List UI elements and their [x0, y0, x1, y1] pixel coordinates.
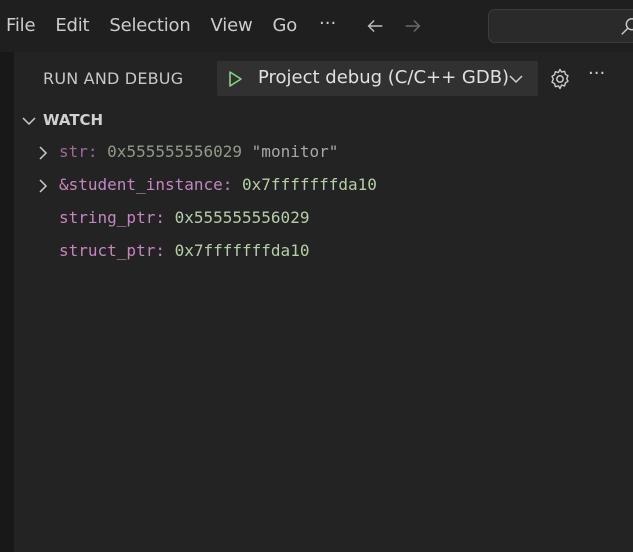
watch-value: 0x555555556029	[107, 142, 243, 161]
menu-more-button[interactable]: ···	[307, 0, 348, 52]
menu-edit[interactable]: Edit	[45, 0, 99, 52]
watch-expression: str: 0x555555556029 "monitor"	[59, 142, 338, 161]
menu-selection[interactable]: Selection	[99, 0, 200, 52]
debug-configuration-label: Project debug (C/C++ GDB)	[258, 67, 510, 88]
watch-name: struct_ptr	[59, 241, 156, 260]
play-icon[interactable]	[225, 69, 245, 89]
panel-header: RUN AND DEBUG Project debug (C/C++ GDB) …	[14, 52, 633, 106]
menu-go[interactable]: Go	[262, 0, 307, 52]
watch-item[interactable]: str: 0x555555556029 "monitor"	[14, 138, 633, 168]
arrow-left-icon	[367, 19, 383, 33]
command-center-search[interactable]	[488, 9, 633, 43]
run-and-debug-panel: RUN AND DEBUG Project debug (C/C++ GDB) …	[14, 52, 633, 552]
menu-view[interactable]: View	[201, 0, 263, 52]
watch-expression: struct_ptr: 0x7fffffffda10	[59, 241, 309, 260]
watch-expression: &student_instance: 0x7fffffffda10	[59, 175, 377, 194]
watch-expression: string_ptr: 0x555555556029	[59, 208, 309, 227]
activity-bar	[0, 52, 14, 552]
forward-button[interactable]	[394, 0, 432, 52]
watch-separator: :	[155, 241, 175, 260]
watch-value: 0x7fffffffda10	[242, 175, 377, 194]
gear-icon[interactable]	[548, 67, 572, 91]
watch-name: str	[59, 142, 88, 161]
back-button[interactable]	[356, 0, 394, 52]
watch-name: &student_instance	[59, 175, 223, 194]
watch-item[interactable]: struct_ptr: 0x7fffffffda10	[14, 237, 633, 267]
watch-separator: :	[87, 142, 108, 161]
search-icon	[621, 18, 633, 35]
watch-string-value: "monitor"	[251, 142, 339, 161]
arrow-right-icon	[405, 19, 421, 33]
watch-section-title: WATCH	[43, 111, 104, 129]
watch-separator: :	[155, 208, 175, 227]
debug-configuration-select[interactable]: Project debug (C/C++ GDB)	[217, 61, 538, 96]
watch-name: string_ptr	[59, 208, 156, 227]
menu-file[interactable]: File	[0, 0, 45, 52]
watch-section-header[interactable]: WATCH	[14, 108, 633, 134]
chevron-down-icon	[22, 117, 36, 126]
chevron-right-icon[interactable]	[35, 178, 51, 194]
watch-item[interactable]: string_ptr: 0x555555556029	[14, 204, 633, 234]
more-actions-button[interactable]: ···	[588, 63, 605, 84]
watch-item[interactable]: &student_instance: 0x7fffffffda10	[14, 171, 633, 201]
panel-title: RUN AND DEBUG	[43, 69, 184, 88]
chevron-right-icon[interactable]	[35, 145, 51, 161]
chevron-down-icon	[509, 75, 523, 84]
watch-value: 0x555555556029	[174, 208, 310, 227]
watch-separator: :	[222, 175, 243, 194]
watch-value: 0x7fffffffda10	[174, 241, 310, 260]
